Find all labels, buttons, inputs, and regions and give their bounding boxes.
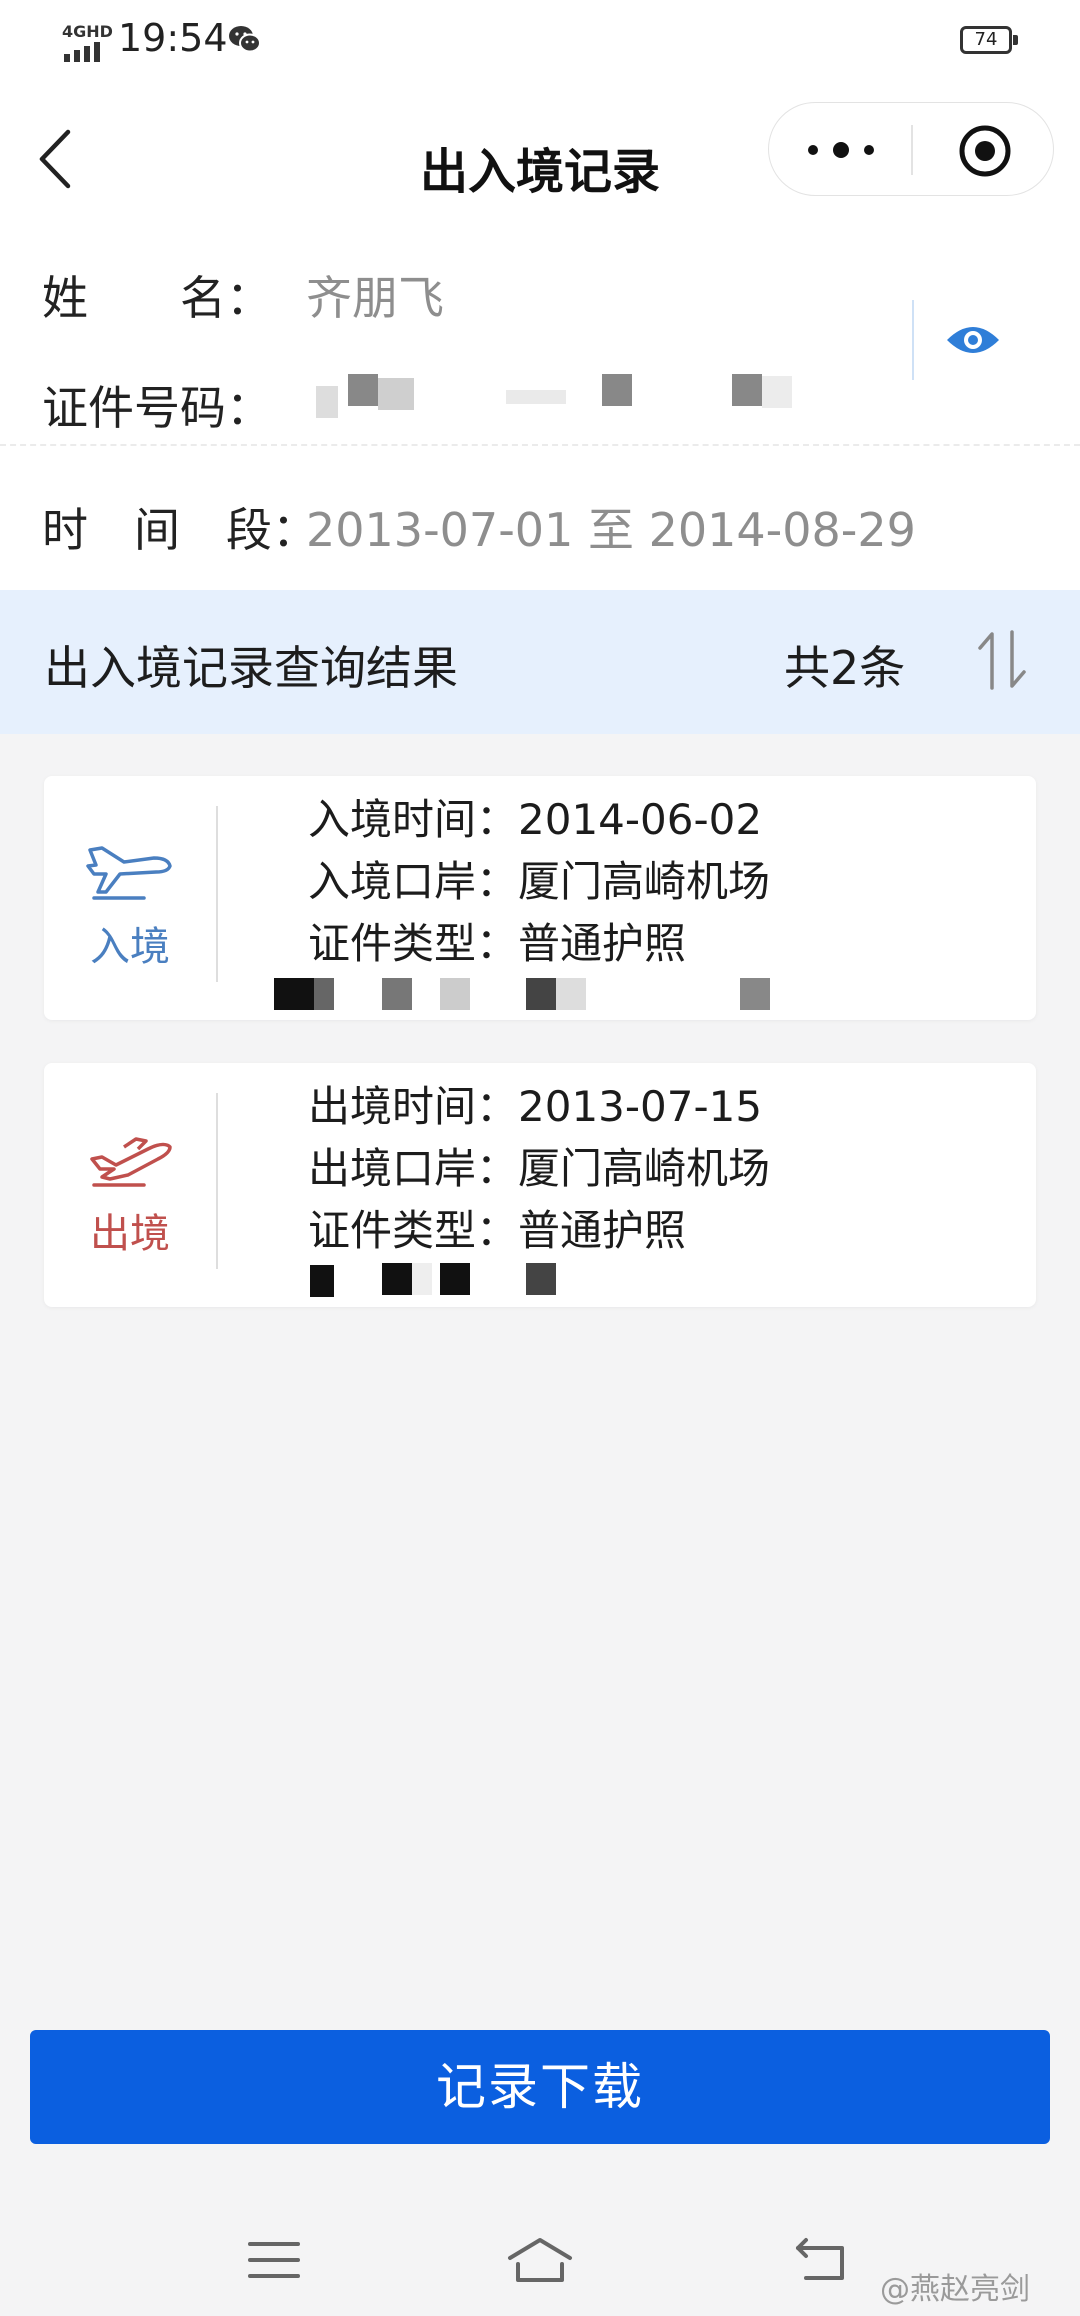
back-nav-icon[interactable]: [792, 2234, 852, 2286]
result-count: 共2条: [784, 641, 906, 695]
id-number-label: 证件号码：: [42, 381, 272, 435]
card-divider: [216, 1093, 218, 1269]
entry-port: 入境口岸：厦门高崎机场: [308, 857, 771, 906]
document-type: 证件类型：普通护照: [308, 919, 687, 968]
status-bar: 4GHD 19:54 74: [0, 0, 1080, 84]
direction-label: 入境: [90, 924, 170, 970]
eye-divider: [912, 300, 914, 380]
person-info: 姓 名： 齐朋飞 证件号码：: [0, 234, 1080, 448]
exit-time: 出境时间：2013-07-15: [308, 1082, 763, 1131]
id-number-redacted: [306, 374, 806, 434]
document-number-redacted: [264, 972, 824, 1020]
download-records-button[interactable]: 记录下载: [30, 2030, 1050, 2144]
period-value: 2013-07-01 至 2014-08-29: [306, 503, 916, 557]
battery-icon: 74: [960, 26, 1018, 54]
document-number-redacted: [264, 1259, 824, 1307]
document-type: 证件类型：普通护照: [308, 1206, 687, 1255]
result-header: 出入境记录查询结果 共2条: [0, 590, 1080, 734]
result-title: 出入境记录查询结果: [44, 641, 458, 695]
watermark: @燕赵亮剑: [880, 2272, 1030, 2307]
clock: 19:54: [118, 16, 228, 60]
home-icon[interactable]: [504, 2234, 576, 2286]
network-indicator: 4GHD: [62, 22, 113, 41]
system-nav-bar: @燕赵亮剑: [0, 2200, 1080, 2316]
card-divider: [216, 806, 218, 982]
exit-port: 出境口岸：厦门高崎机场: [308, 1144, 771, 1193]
name-label: 姓 名：: [42, 271, 272, 325]
menu-icon[interactable]: [244, 2234, 304, 2286]
plane-takeoff-icon: [90, 1137, 172, 1187]
entry-time: 入境时间：2014-06-02: [308, 795, 763, 844]
name-value: 齐朋飞: [306, 271, 444, 325]
close-target-icon[interactable]: [957, 123, 1013, 179]
record-card-exit[interactable]: 出境 出境时间：2013-07-15 出境口岸：厦门高崎机场 证件类型：普通护照: [44, 1063, 1036, 1307]
nav-bar: 出入境记录: [0, 84, 1080, 234]
more-dots-icon[interactable]: [803, 137, 879, 163]
capsule-divider: [911, 125, 913, 175]
record-card-entry[interactable]: 入境 入境时间：2014-06-02 入境口岸：厦门高崎机场 证件类型：普通护照: [44, 776, 1036, 1020]
eye-icon[interactable]: [944, 320, 1002, 360]
signal-icon: [64, 42, 100, 62]
miniprogram-capsule: [768, 102, 1054, 196]
wechat-icon: [229, 26, 261, 53]
period-label: 时 间 段：: [42, 503, 318, 557]
direction-label: 出境: [90, 1211, 170, 1257]
sort-icon[interactable]: [974, 628, 1030, 692]
period-row: 时 间 段： 2013-07-01 至 2014-08-29: [0, 448, 1080, 590]
plane-landing-icon: [86, 846, 172, 900]
